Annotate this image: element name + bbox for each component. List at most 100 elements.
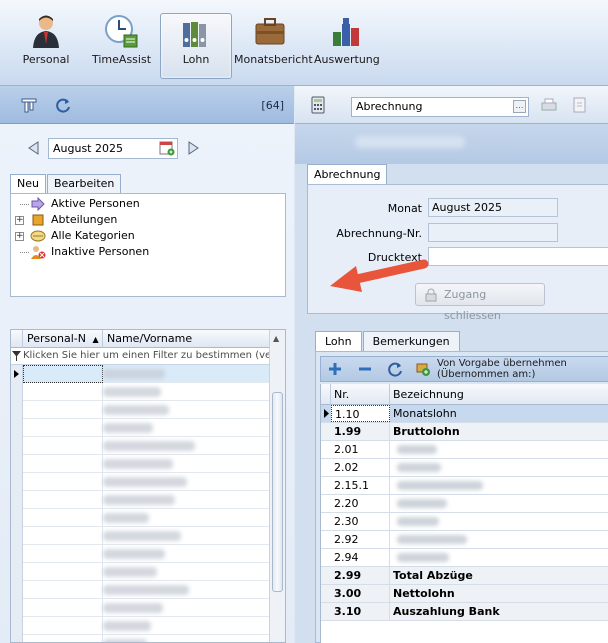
monat-label: Monat <box>387 202 422 215</box>
drucktext-input[interactable] <box>428 247 608 266</box>
lohn-toolbar: Von Vorgabe übernehmen (Übernommen am:) <box>320 356 608 382</box>
chart-bottles-icon <box>333 18 359 46</box>
cell-nr: 2.92 <box>331 531 390 548</box>
expand-icon[interactable]: + <box>15 232 24 241</box>
abrechnung-combo[interactable]: Abrechnung … <box>351 97 529 117</box>
ellipsis-dropdown-icon[interactable]: … <box>513 100 526 113</box>
table-row[interactable]: 1.99 Bruttolohn <box>321 423 608 441</box>
table-row[interactable]: 2.99 Total Abzüge <box>321 567 608 585</box>
remove-icon[interactable] <box>357 361 373 377</box>
column-header-nr[interactable]: Nr. <box>331 384 390 405</box>
calendar-icon[interactable] <box>159 140 175 156</box>
abrechnung-pane: Abrechnung … Abrechnung Monat August 202… <box>295 86 608 643</box>
refresh-icon[interactable] <box>54 96 72 114</box>
tree-item-inaktive-personen[interactable]: Inaktive Personen <box>11 244 285 260</box>
table-row[interactable]: 1.10 Monatslohn <box>321 405 608 423</box>
cell <box>23 545 103 563</box>
table-row[interactable] <box>11 545 271 563</box>
table-row[interactable]: 2.15.1 <box>321 477 608 495</box>
scroll-up-icon[interactable]: ▲ <box>273 334 279 343</box>
categories-icon <box>30 230 46 242</box>
person-grid: Personal-N ▲ Name/Vorname Klicken Sie hi… <box>10 329 286 643</box>
add-icon[interactable] <box>327 361 343 377</box>
table-row[interactable]: 2.20 <box>321 495 608 513</box>
row-indicator <box>11 581 23 599</box>
table-row[interactable] <box>11 527 271 545</box>
table-row[interactable] <box>11 617 271 635</box>
month-date-field[interactable]: August 2025 <box>48 138 178 159</box>
table-row[interactable] <box>11 635 271 642</box>
tab-lohn[interactable]: Lohn <box>315 331 362 351</box>
tab-abrechnung[interactable]: Abrechnung <box>307 164 388 184</box>
sort-ascending-icon: ▲ <box>92 335 99 344</box>
redacted-name <box>103 603 163 613</box>
pin-panel-icon[interactable] <box>20 96 38 114</box>
column-header-personal-nr[interactable]: Personal-N ▲ <box>23 330 103 348</box>
abrechnung-toolbar: Abrechnung … <box>295 86 608 124</box>
cell-bezeichnung: Monatslohn <box>390 405 608 422</box>
monat-field: August 2025 <box>428 198 558 217</box>
tree-item-abteilungen[interactable]: + Abteilungen <box>11 212 285 228</box>
expand-icon[interactable]: + <box>15 216 24 225</box>
table-row[interactable]: 2.92 <box>321 531 608 549</box>
grid-filter-row[interactable]: Klicken Sie hier um einen Filter zu best… <box>11 348 271 365</box>
row-indicator <box>11 617 23 635</box>
export-document-icon[interactable] <box>571 96 589 114</box>
tree-item-aktive-personen[interactable]: Aktive Personen <box>11 196 285 212</box>
von-vorgabe-button[interactable]: Von Vorgabe übernehmen (Übernommen am:) <box>437 358 567 380</box>
ribbon-personal-button[interactable]: Personal <box>20 14 72 78</box>
ribbon-auswertung-button[interactable]: Auswertung <box>314 14 380 78</box>
cell <box>23 635 103 642</box>
table-row[interactable]: 2.94 <box>321 549 608 567</box>
table-row[interactable] <box>11 491 271 509</box>
tab-bemerkungen[interactable]: Bemerkungen <box>362 331 460 351</box>
table-row[interactable] <box>11 599 271 617</box>
table-row[interactable] <box>11 581 271 599</box>
ribbon-monatsbericht-button[interactable]: Monatsbericht <box>234 14 313 78</box>
table-row[interactable] <box>11 365 271 383</box>
table-row[interactable] <box>11 509 271 527</box>
printer-icon[interactable] <box>540 96 558 114</box>
table-row[interactable]: 2.01 <box>321 441 608 459</box>
column-header-name[interactable]: Name/Vorname <box>103 330 271 348</box>
zugang-schliessen-button[interactable]: Zugang schliessen <box>415 283 545 322</box>
cell-bezeichnung: Bruttolohn <box>393 425 460 438</box>
redacted-name <box>103 513 149 523</box>
table-row[interactable] <box>11 437 271 455</box>
table-row[interactable] <box>11 455 271 473</box>
refresh-icon[interactable] <box>387 361 403 377</box>
cell <box>23 401 103 419</box>
scrollbar-thumb[interactable] <box>272 392 283 592</box>
table-row[interactable]: 2.02 <box>321 459 608 477</box>
person-navigation-pane: [64] August 2025 Neu Bearbeiten Aktive P… <box>0 86 294 643</box>
abrechnung-nr-label: Abrechnung-Nr. <box>336 227 422 240</box>
tab-neu[interactable]: Neu <box>10 174 46 194</box>
cell-bezeichnung: Total Abzüge <box>393 569 473 582</box>
table-row[interactable]: 2.30 <box>321 513 608 531</box>
next-month-arrow-icon[interactable] <box>185 140 201 156</box>
redacted-bezeichnung <box>397 481 483 490</box>
redacted-bezeichnung <box>397 535 467 544</box>
previous-month-arrow-icon[interactable] <box>26 140 42 156</box>
row-indicator <box>321 549 331 566</box>
person-filter-tabs: Neu Bearbeiten <box>10 174 122 194</box>
redacted-name <box>103 549 165 559</box>
calculator-icon[interactable] <box>309 96 327 114</box>
table-row[interactable] <box>11 401 271 419</box>
table-row[interactable] <box>11 473 271 491</box>
tab-bearbeiten[interactable]: Bearbeiten <box>46 174 122 193</box>
table-row[interactable] <box>11 383 271 401</box>
table-row[interactable] <box>11 563 271 581</box>
table-row[interactable]: 3.10 Auszahlung Bank <box>321 603 608 621</box>
person-grid-scrollbar[interactable]: ▲ <box>269 330 285 642</box>
ribbon-timeassist-button[interactable]: TimeAssist <box>92 14 151 78</box>
tree-item-alle-kategorien[interactable]: + Alle Kategorien <box>11 228 285 244</box>
copy-template-icon[interactable] <box>415 361 431 377</box>
table-row[interactable] <box>11 419 271 437</box>
column-header-bezeichnung[interactable]: Bezeichnung <box>390 384 608 405</box>
row-indicator <box>11 401 23 419</box>
table-row[interactable]: 3.00 Nettolohn <box>321 585 608 603</box>
ribbon-lohn-button[interactable]: Lohn <box>160 13 232 79</box>
person-grid-header: Personal-N ▲ Name/Vorname <box>11 330 271 348</box>
person-pane-body: August 2025 Neu Bearbeiten Aktive Person… <box>0 124 294 643</box>
